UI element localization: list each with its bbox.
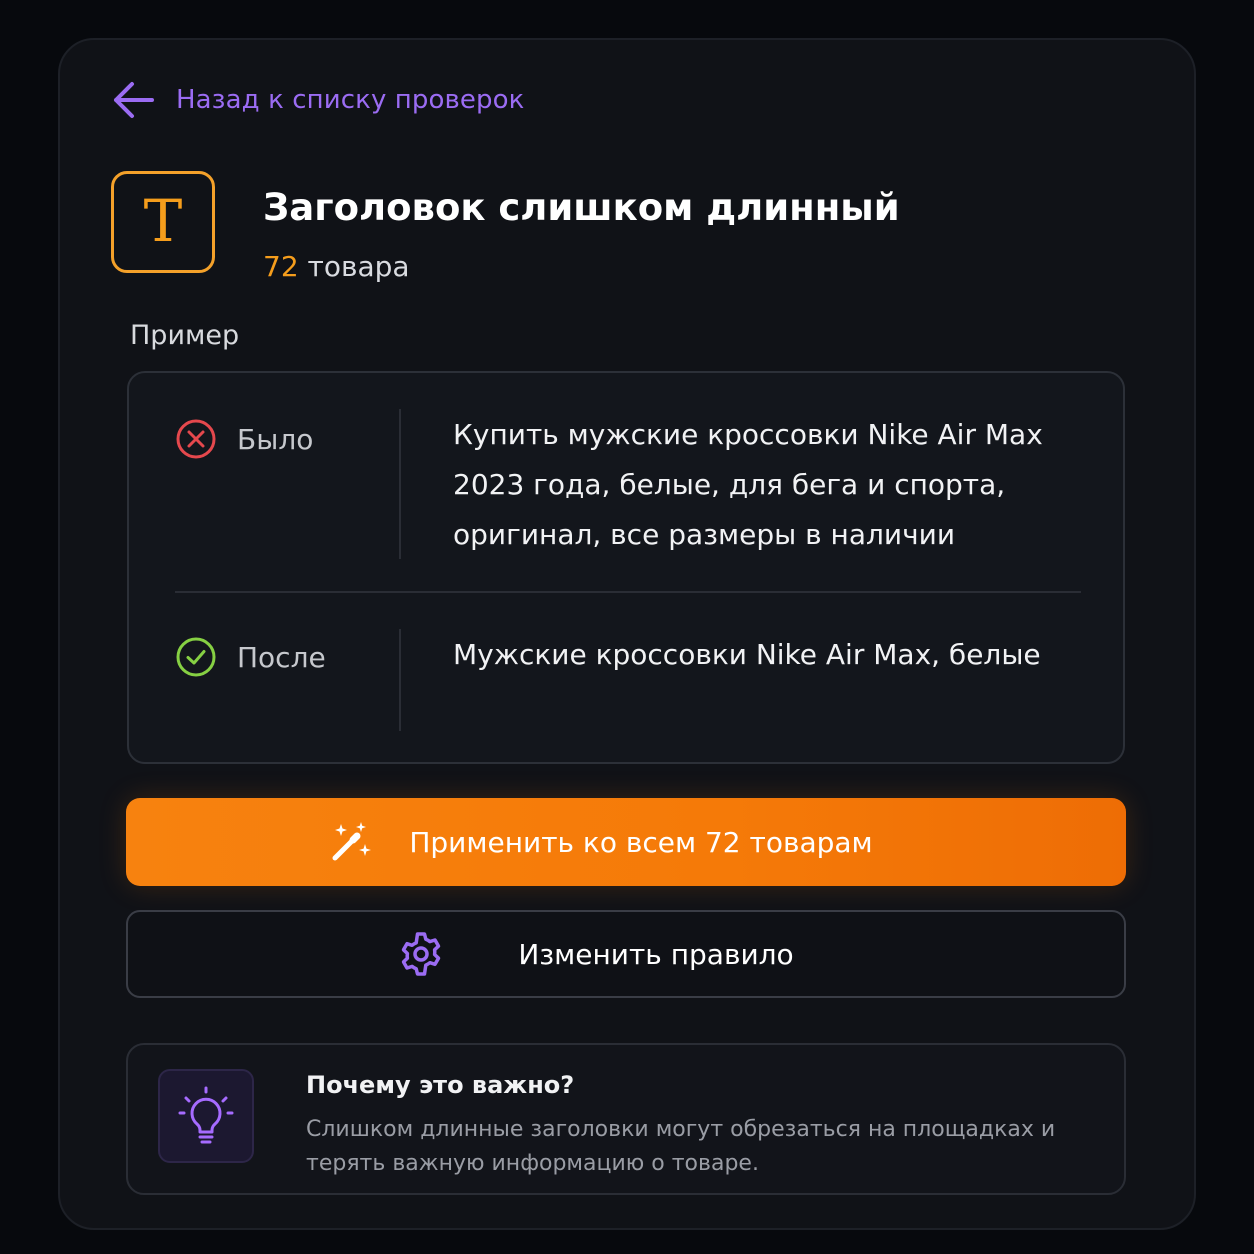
x-circle-icon: [176, 419, 216, 459]
after-row-divider: [399, 629, 401, 731]
before-row-divider: [399, 409, 401, 559]
magic-wand-icon: [332, 822, 372, 861]
before-text: Купить мужские кроссовки Nike Air Max 20…: [453, 418, 1043, 551]
arrow-left-icon: [114, 82, 154, 118]
back-to-checks-link[interactable]: Назад к списку проверок: [112, 80, 524, 120]
apply-to-all-button[interactable]: Применить ко всем 72 товарам: [126, 798, 1126, 886]
info-body: Слишком длинные заголовки могут обрезать…: [306, 1117, 1056, 1176]
before-status: Было: [175, 418, 313, 460]
example-section-label: Пример: [130, 320, 240, 351]
edit-rule-label: Изменить правило: [518, 937, 794, 971]
check-circle-icon: [176, 637, 216, 677]
back-link-label: Назад к списку проверок: [176, 85, 525, 115]
product-count: 72 товара: [263, 250, 410, 283]
product-count-value: 72: [263, 250, 299, 283]
apply-button-label: Применить ко всем 72 товарам: [409, 825, 873, 859]
after-status: После: [175, 636, 326, 678]
page-title: Заголовок слишком длинный: [263, 186, 900, 229]
example-row-divider: [175, 591, 1081, 593]
info-icon-box: [158, 1069, 254, 1163]
before-label: Было: [237, 422, 314, 456]
edit-rule-button[interactable]: Изменить правило: [126, 910, 1126, 998]
example-card: Было Купить мужские кроссовки Nike Air M…: [127, 371, 1125, 764]
product-count-suffix: товара: [307, 250, 410, 283]
after-text: Мужские кроссовки Nike Air Max, белые: [453, 638, 1041, 671]
gear-icon: [402, 932, 441, 976]
lightbulb-icon: [178, 1086, 234, 1144]
info-card: Почему это важно? Слишком длинные заголо…: [126, 1043, 1126, 1195]
text-t-icon: T: [111, 171, 215, 273]
title-icon-letter: T: [143, 187, 183, 255]
after-label: После: [237, 640, 326, 674]
info-title: Почему это важно?: [306, 1071, 575, 1099]
